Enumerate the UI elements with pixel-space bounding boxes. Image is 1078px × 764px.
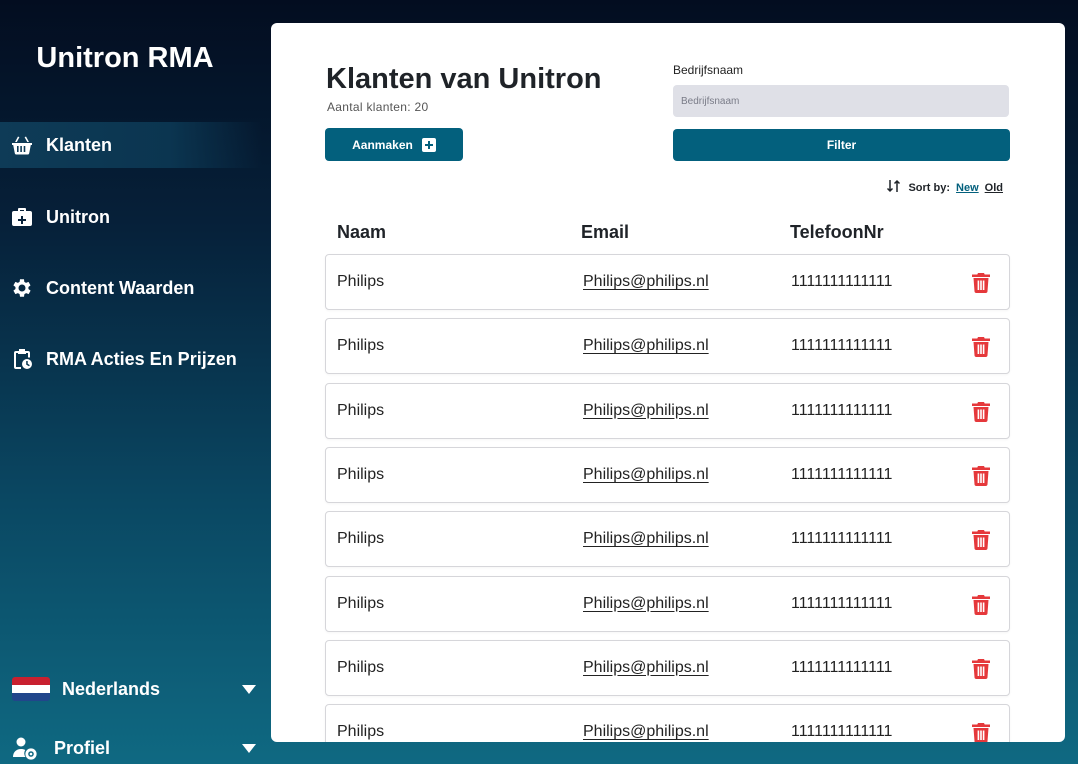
customer-phone: 1111111111111 <box>791 658 893 676</box>
delete-icon[interactable] <box>972 658 990 679</box>
delete-icon[interactable] <box>972 401 990 422</box>
customer-count: Aantal klanten: 20 <box>327 100 429 114</box>
create-button[interactable]: Aanmaken <box>325 128 463 161</box>
profile-label: Profiel <box>54 737 111 758</box>
customer-phone: 1111111111111 <box>791 594 893 612</box>
customer-name: Philips <box>337 465 385 483</box>
table-row[interactable]: Philips Philips@philips.nl 1111111111111 <box>325 511 1010 568</box>
customer-name: Philips <box>337 337 385 355</box>
customer-phone: 1111111111111 <box>791 530 893 548</box>
clipboard-clock-icon <box>10 347 34 371</box>
delete-icon[interactable] <box>972 594 990 615</box>
delete-icon[interactable] <box>972 273 990 293</box>
customer-name: Philips <box>337 273 385 290</box>
sidebar-item-rma-acties[interactable]: RMA Acties En Prijzen <box>0 336 262 382</box>
table-row[interactable]: Philips Philips@philips.nl 1111111111111 <box>325 318 1010 375</box>
filter-button[interactable]: Filter <box>673 129 1010 161</box>
sort-label: Sort by: <box>908 181 951 194</box>
company-name-input[interactable] <box>673 85 1009 117</box>
customer-email-link[interactable]: Philips@philips.nl <box>583 466 709 484</box>
column-header-email: Email <box>581 222 630 242</box>
main-panel: Klanten van Unitron Aantal klanten: 20 A… <box>271 23 1065 742</box>
table-row[interactable]: Philips Philips@philips.nl 1111111111111 <box>325 639 1010 696</box>
plus-icon <box>421 137 436 152</box>
language-label: Nederlands <box>62 678 161 699</box>
customer-phone: 1111111111111 <box>791 401 893 419</box>
customer-email-link[interactable]: Philips@philips.nl <box>583 530 709 548</box>
sidebar-item-klanten[interactable]: Klanten <box>0 122 262 168</box>
page-title: Klanten van Unitron <box>326 63 602 95</box>
customer-name: Philips <box>337 530 385 548</box>
sidebar-item-label: Content Waarden <box>46 277 195 298</box>
user-gear-icon <box>12 735 38 761</box>
table-row[interactable]: Philips Philips@philips.nl 1111111111111 <box>325 382 1010 439</box>
customer-email-link[interactable]: Philips@philips.nl <box>583 659 709 677</box>
chevron-down-icon <box>242 743 256 753</box>
create-button-label: Aanmaken <box>352 137 413 152</box>
customer-phone: 1111111111111 <box>791 337 893 355</box>
table-row[interactable]: Philips Philips@philips.nl 1111111111111 <box>325 575 1010 632</box>
customer-email-link[interactable]: Philips@philips.nl <box>583 595 709 613</box>
sidebar-item-label: Unitron <box>46 206 110 227</box>
delete-icon[interactable] <box>972 337 990 358</box>
sort-icon <box>886 178 902 197</box>
chevron-down-icon <box>242 684 256 694</box>
customer-phone: 1111111111111 <box>791 723 893 741</box>
nl-flag-icon <box>12 677 50 701</box>
customer-email-link[interactable]: Philips@philips.nl <box>583 723 709 741</box>
table-row[interactable]: Philips Philips@philips.nl 1111111111111 <box>325 446 1010 503</box>
customer-phone: 1111111111111 <box>791 273 893 290</box>
customer-email-link[interactable]: Philips@philips.nl <box>583 337 709 355</box>
sidebar-item-label: RMA Acties En Prijzen <box>46 348 237 369</box>
gear-icon <box>10 276 34 300</box>
customer-email-link[interactable]: Philips@philips.nl <box>583 273 709 291</box>
customer-email-link[interactable]: Philips@philips.nl <box>583 402 709 420</box>
sidebar-item-unitron[interactable]: Unitron <box>0 194 262 240</box>
delete-icon[interactable] <box>972 530 990 551</box>
filter-label: Bedrijfsnaam <box>673 63 744 77</box>
profile-menu[interactable]: Profiel <box>0 730 262 764</box>
customer-name: Philips <box>337 723 385 741</box>
customer-name: Philips <box>337 594 385 612</box>
sort-old-link[interactable]: Old <box>985 182 1003 194</box>
customer-name: Philips <box>337 401 385 419</box>
sidebar-item-label: Klanten <box>46 134 113 155</box>
column-header-telefoon: TelefoonNr <box>790 222 884 242</box>
delete-icon[interactable] <box>972 723 990 742</box>
customer-name: Philips <box>337 658 385 676</box>
column-header-naam: Naam <box>337 222 387 242</box>
customer-phone: 1111111111111 <box>791 465 893 483</box>
sort-new-link[interactable]: New <box>956 182 979 194</box>
language-selector[interactable]: Nederlands <box>0 671 262 707</box>
sidebar-item-content-waarden[interactable]: Content Waarden <box>0 265 262 311</box>
medical-bag-icon <box>10 205 34 229</box>
basket-icon <box>10 133 34 157</box>
table-row[interactable]: Philips Philips@philips.nl 1111111111111 <box>325 704 1010 742</box>
delete-icon[interactable] <box>972 465 990 486</box>
app-title: Unitron RMA <box>36 42 214 74</box>
table-row[interactable]: Philips Philips@philips.nl 1111111111111 <box>325 254 1010 310</box>
sort-controls: Sort by: New Old <box>886 178 1003 197</box>
